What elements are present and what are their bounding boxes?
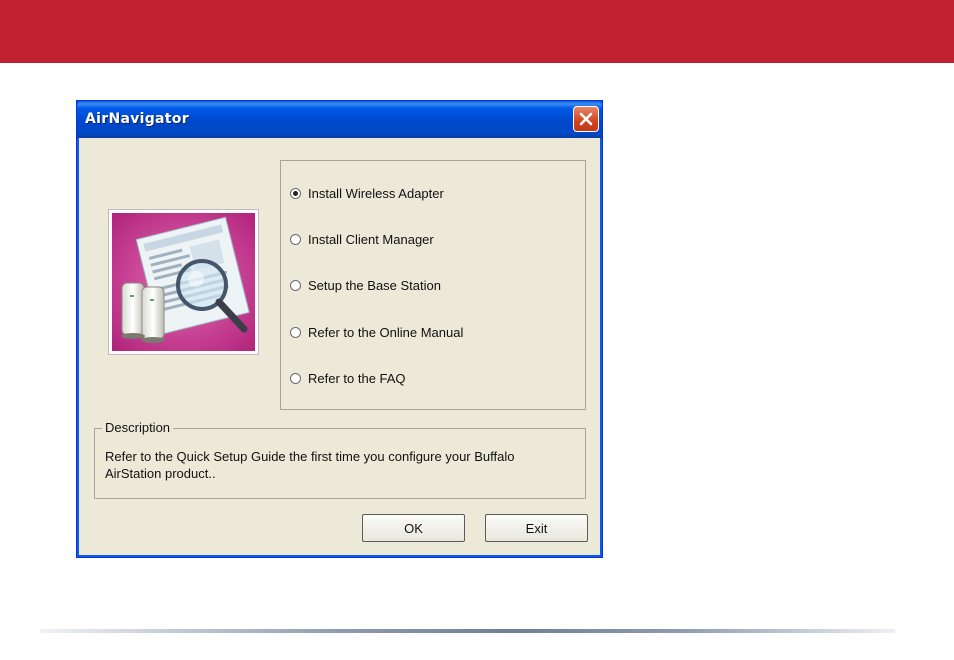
quick-setup-illustration xyxy=(108,209,259,355)
bottom-divider xyxy=(40,629,895,633)
radio-icon[interactable] xyxy=(290,233,301,245)
option-label: Refer to the Online Manual xyxy=(308,324,464,340)
option-label: Refer to the FAQ xyxy=(308,370,406,386)
ok-button[interactable]: OK xyxy=(362,514,465,542)
option-setup-base-station[interactable]: Setup the Base Station xyxy=(290,275,441,295)
close-icon xyxy=(579,112,593,126)
description-legend: Description xyxy=(102,420,174,435)
radio-icon[interactable] xyxy=(290,372,301,384)
radio-icon[interactable] xyxy=(290,326,301,338)
option-online-manual[interactable]: Refer to the Online Manual xyxy=(290,322,463,342)
description-group: Description Refer to the Quick Setup Gui… xyxy=(94,420,586,499)
exit-button[interactable]: Exit xyxy=(485,514,588,542)
radio-icon[interactable] xyxy=(290,279,301,291)
options-group: Install Wireless Adapter Install Client … xyxy=(280,160,586,410)
option-install-wireless-adapter[interactable]: Install Wireless Adapter xyxy=(290,183,444,203)
option-install-client-manager[interactable]: Install Client Manager xyxy=(290,229,434,249)
option-label: Install Wireless Adapter xyxy=(308,185,444,201)
option-label: Install Client Manager xyxy=(308,231,434,247)
window-title: AirNavigator xyxy=(85,111,189,127)
dialog-body: Install Wireless Adapter Install Client … xyxy=(80,138,599,555)
description-text: Refer to the Quick Setup Guide the first… xyxy=(105,449,515,481)
option-label: Setup the Base Station xyxy=(308,277,441,293)
top-banner xyxy=(0,0,954,63)
titlebar: AirNavigator xyxy=(77,101,602,138)
close-button[interactable] xyxy=(573,106,599,132)
option-faq[interactable]: Refer to the FAQ xyxy=(290,368,406,388)
airnavigator-dialog: AirNavigator Install Wireless Adapter In… xyxy=(76,100,603,558)
radio-selected-icon[interactable] xyxy=(290,187,301,199)
